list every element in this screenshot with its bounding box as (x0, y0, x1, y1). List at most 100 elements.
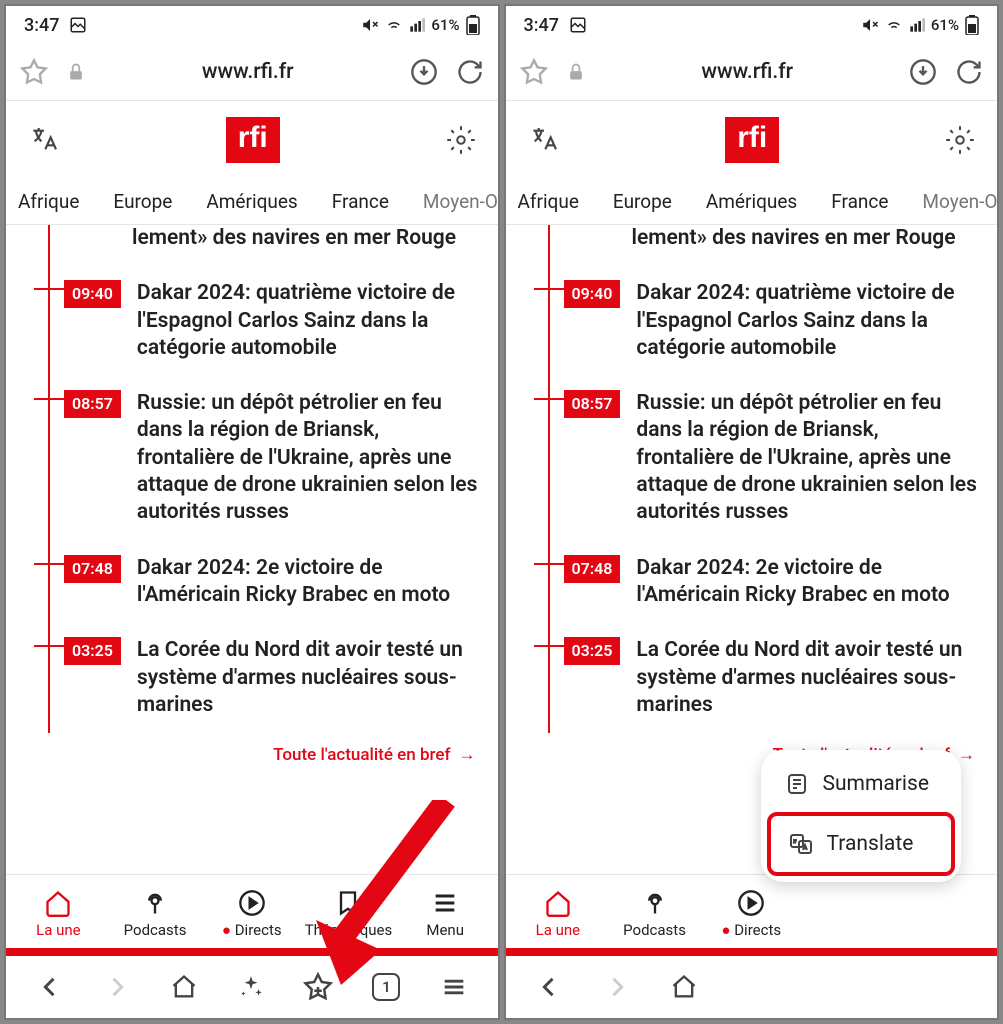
settings-gear-icon[interactable] (945, 125, 975, 155)
nav-podcasts[interactable]: Podcasts (606, 889, 703, 939)
home-icon (44, 889, 72, 917)
news-item[interactable]: 03:25 La Corée du Nord dit avoir testé u… (552, 623, 980, 733)
forward-button (603, 973, 631, 1001)
download-icon[interactable] (410, 58, 438, 86)
news-item[interactable]: 07:48 Dakar 2024: 2e victoire de l'Améri… (552, 541, 980, 624)
red-divider (6, 948, 498, 956)
category-moyen-orient[interactable]: Moyen-Orient (423, 190, 498, 213)
download-icon[interactable] (909, 58, 937, 86)
site-header: rfi (506, 101, 998, 179)
news-time: 09:40 (64, 280, 121, 308)
news-time: 08:57 (64, 390, 121, 418)
nav-thematiques[interactable]: Thématiques (300, 889, 397, 939)
bookmark-star-icon[interactable] (520, 58, 548, 86)
site-bottom-nav: La une Podcasts ● Directs Thém Menu Summ… (506, 874, 998, 948)
news-item[interactable]: 03:25 La Corée du Nord dit avoir testé u… (52, 623, 480, 733)
screenshot-indicator-icon (69, 16, 87, 34)
lock-icon[interactable] (66, 62, 86, 82)
category-france[interactable]: France (831, 190, 888, 213)
phone-left: 3:47 61% www.rfi.fr rfi Afrique Europe A… (4, 4, 500, 1020)
battery-percent: 61% (431, 16, 459, 34)
news-headline: Russie: un dépôt pétrolier en feu dans l… (636, 390, 979, 526)
category-europe[interactable]: Europe (113, 190, 172, 213)
reload-icon[interactable] (456, 58, 484, 86)
favorites-button[interactable] (303, 972, 333, 1002)
battery-percent: 61% (931, 16, 959, 34)
rfi-logo[interactable]: rfi (226, 117, 280, 163)
nav-label: Menu (426, 921, 464, 939)
news-headline: lement» des navires en mer Rouge (132, 225, 456, 252)
arrow-right-icon: → (958, 745, 975, 765)
news-content[interactable]: lement» des navires en mer Rouge 09:40 D… (6, 225, 498, 874)
nav-label: Thématiques (305, 921, 393, 939)
category-france[interactable]: France (332, 190, 389, 213)
status-time: 3:47 (24, 15, 59, 36)
hamburger-icon (431, 889, 459, 917)
status-bar: 3:47 61% (6, 6, 498, 44)
news-item[interactable]: lement» des navires en mer Rouge (52, 225, 480, 266)
translate-site-icon[interactable] (528, 124, 560, 156)
news-item[interactable]: 08:57 Russie: un dépôt pétrolier en feu … (52, 376, 480, 540)
more-news-link[interactable]: Toute l'actualité en bref → (34, 733, 480, 785)
bookmark-star-icon[interactable] (20, 58, 48, 86)
nav-laune[interactable]: La une (510, 889, 607, 939)
nav-label: ● Directs (721, 921, 781, 939)
news-time: 09:40 (564, 280, 621, 308)
battery-icon (965, 15, 979, 35)
news-headline: Russie: un dépôt pétrolier en feu dans l… (137, 390, 480, 526)
category-afrique[interactable]: Afrique (518, 190, 579, 213)
news-time: 03:25 (564, 637, 621, 665)
podcast-icon (641, 889, 669, 917)
nav-directs[interactable]: ● Directs (703, 889, 800, 939)
news-item[interactable]: 09:40 Dakar 2024: quatrième victoire de … (552, 266, 980, 376)
tabs-button[interactable]: 1 (372, 973, 400, 1001)
ai-actions-popup: Summarise Translate (761, 750, 962, 882)
news-time: 08:57 (564, 390, 621, 418)
more-news-label: Toute l'actualité en bref (273, 745, 450, 765)
category-bar[interactable]: Afrique Europe Amériques France Moyen-Or… (6, 179, 498, 225)
news-headline: La Corée du Nord dit avoir testé un syst… (636, 637, 979, 719)
address-url[interactable]: www.rfi.fr (604, 60, 892, 84)
status-bar: 3:47 61% (506, 6, 998, 44)
nav-label: La une (36, 921, 80, 939)
category-europe[interactable]: Europe (613, 190, 672, 213)
back-button[interactable] (535, 973, 563, 1001)
category-ameriques[interactable]: Amériques (706, 190, 797, 213)
nav-label: Podcasts (623, 921, 686, 939)
nav-podcasts[interactable]: Podcasts (107, 889, 204, 939)
reload-icon[interactable] (955, 58, 983, 86)
news-time: 03:25 (64, 637, 121, 665)
category-moyen-orient[interactable]: Moyen-Orient (922, 190, 997, 213)
podcast-icon (141, 889, 169, 917)
browser-toolbar: 1 (6, 956, 498, 1018)
home-button[interactable] (670, 973, 698, 1001)
signal-icon (909, 17, 925, 33)
news-item[interactable]: 08:57 Russie: un dépôt pétrolier en feu … (552, 376, 980, 540)
home-button[interactable] (170, 973, 198, 1001)
news-headline: Dakar 2024: quatrième victoire de l'Espa… (636, 280, 979, 362)
nav-laune[interactable]: La une (10, 889, 107, 939)
translate-site-icon[interactable] (28, 124, 60, 156)
category-afrique[interactable]: Afrique (18, 190, 79, 213)
category-ameriques[interactable]: Amériques (206, 190, 297, 213)
address-url[interactable]: www.rfi.fr (104, 60, 392, 84)
category-bar[interactable]: Afrique Europe Amériques France Moyen-Or… (506, 179, 998, 225)
ai-sparkle-button[interactable] (238, 974, 264, 1000)
browser-menu-button[interactable] (440, 973, 468, 1001)
nav-label: ● Directs (222, 921, 282, 939)
settings-gear-icon[interactable] (446, 125, 476, 155)
rfi-logo[interactable]: rfi (725, 117, 779, 163)
play-icon (238, 889, 266, 917)
news-item[interactable]: 07:48 Dakar 2024: 2e victoire de l'Améri… (52, 541, 480, 624)
wifi-icon (885, 16, 903, 34)
summarise-option[interactable]: Summarise (767, 756, 956, 812)
news-headline: Dakar 2024: 2e victoire de l'Américain R… (137, 555, 480, 610)
nav-directs[interactable]: ● Directs (203, 889, 300, 939)
news-item[interactable]: lement» des navires en mer Rouge (552, 225, 980, 266)
lock-icon[interactable] (566, 62, 586, 82)
news-item[interactable]: 09:40 Dakar 2024: quatrième victoire de … (52, 266, 480, 376)
nav-menu[interactable]: Menu (397, 889, 494, 939)
back-button[interactable] (36, 973, 64, 1001)
mute-icon (861, 16, 879, 34)
translate-option[interactable]: Translate (767, 812, 956, 876)
